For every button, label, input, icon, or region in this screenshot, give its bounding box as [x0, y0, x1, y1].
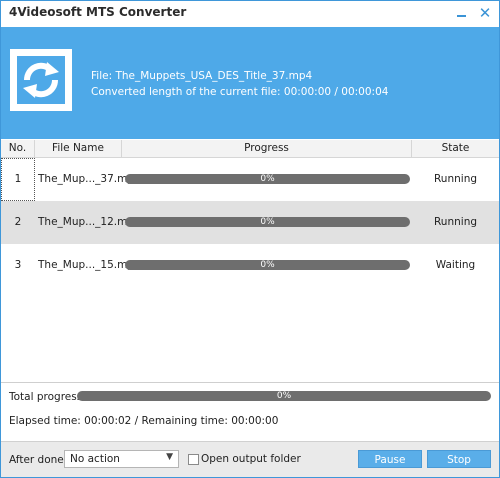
converter-window: 4Videosoft MTS Converter ✕ File: The_Mup… — [0, 0, 500, 478]
status-banner: File: The_Muppets_USA_DES_Title_37.mp4 C… — [1, 27, 499, 139]
after-done-label: After done: — [9, 454, 68, 466]
table-row[interactable]: 3 The_Mup..._15.mp4 0% Waiting — [1, 244, 499, 287]
converted-length-text: Converted length of the current file: 00… — [91, 86, 389, 98]
table-row[interactable]: 2 The_Mup..._12.mov 0% Running — [1, 201, 499, 244]
row-progress-label: 0% — [260, 174, 275, 184]
row-state: Running — [433, 216, 478, 228]
pause-button[interactable]: Pause — [358, 450, 422, 468]
row-state: Running — [433, 173, 478, 185]
total-progress-bar: 0% — [77, 391, 491, 401]
footer-bar: After done: No action ▼ Open output fold… — [1, 441, 499, 477]
row-file-name: The_Mup..._37.mp4 — [38, 173, 141, 185]
row-progress-bar: 0% — [125, 260, 410, 270]
table-row[interactable]: 1 The_Mup..._37.mp4 0% Running — [1, 158, 499, 201]
close-icon: ✕ — [478, 4, 492, 22]
row-state: Waiting — [435, 259, 476, 271]
after-done-select[interactable]: No action ▼ — [64, 450, 179, 468]
column-header-no[interactable]: No. — [1, 140, 35, 157]
table-header: No. File Name Progress State — [1, 140, 499, 158]
divider — [1, 382, 499, 383]
row-progress-label: 0% — [260, 260, 275, 270]
open-output-folder-label[interactable]: Open output folder — [201, 453, 301, 465]
row-progress-bar: 0% — [125, 174, 410, 184]
row-progress-bar: 0% — [125, 217, 410, 227]
conversion-table: No. File Name Progress State 1 The_Mup..… — [1, 140, 499, 382]
stop-button[interactable]: Stop — [427, 450, 491, 468]
title-bar: 4Videosoft MTS Converter ✕ — [1, 1, 499, 27]
row-number: 3 — [14, 259, 22, 271]
row-number: 2 — [14, 216, 22, 228]
open-output-folder-checkbox[interactable] — [188, 454, 199, 465]
close-button[interactable]: ✕ — [477, 5, 493, 21]
column-header-progress[interactable]: Progress — [122, 140, 412, 157]
window-title: 4Videosoft MTS Converter — [9, 5, 187, 19]
row-number: 1 — [1, 158, 35, 201]
after-done-value: No action — [70, 453, 120, 465]
minimize-button[interactable] — [453, 5, 469, 21]
refresh-arrows-icon — [17, 56, 65, 104]
row-progress-label: 0% — [260, 217, 275, 227]
total-progress-label: Total progress: — [9, 391, 86, 403]
elapsed-time-text: Elapsed time: 00:00:02 / Remaining time:… — [9, 415, 279, 427]
current-file-text: File: The_Muppets_USA_DES_Title_37.mp4 — [91, 70, 313, 82]
column-header-state[interactable]: State — [412, 140, 499, 157]
converter-logo — [10, 49, 72, 111]
column-header-file-name[interactable]: File Name — [35, 140, 122, 157]
row-file-name: The_Mup..._15.mp4 — [38, 259, 141, 271]
chevron-down-icon: ▼ — [166, 452, 173, 462]
row-file-name: The_Mup..._12.mov — [38, 216, 140, 228]
total-progress-percent: 0% — [276, 391, 292, 401]
minimize-icon — [456, 15, 466, 17]
